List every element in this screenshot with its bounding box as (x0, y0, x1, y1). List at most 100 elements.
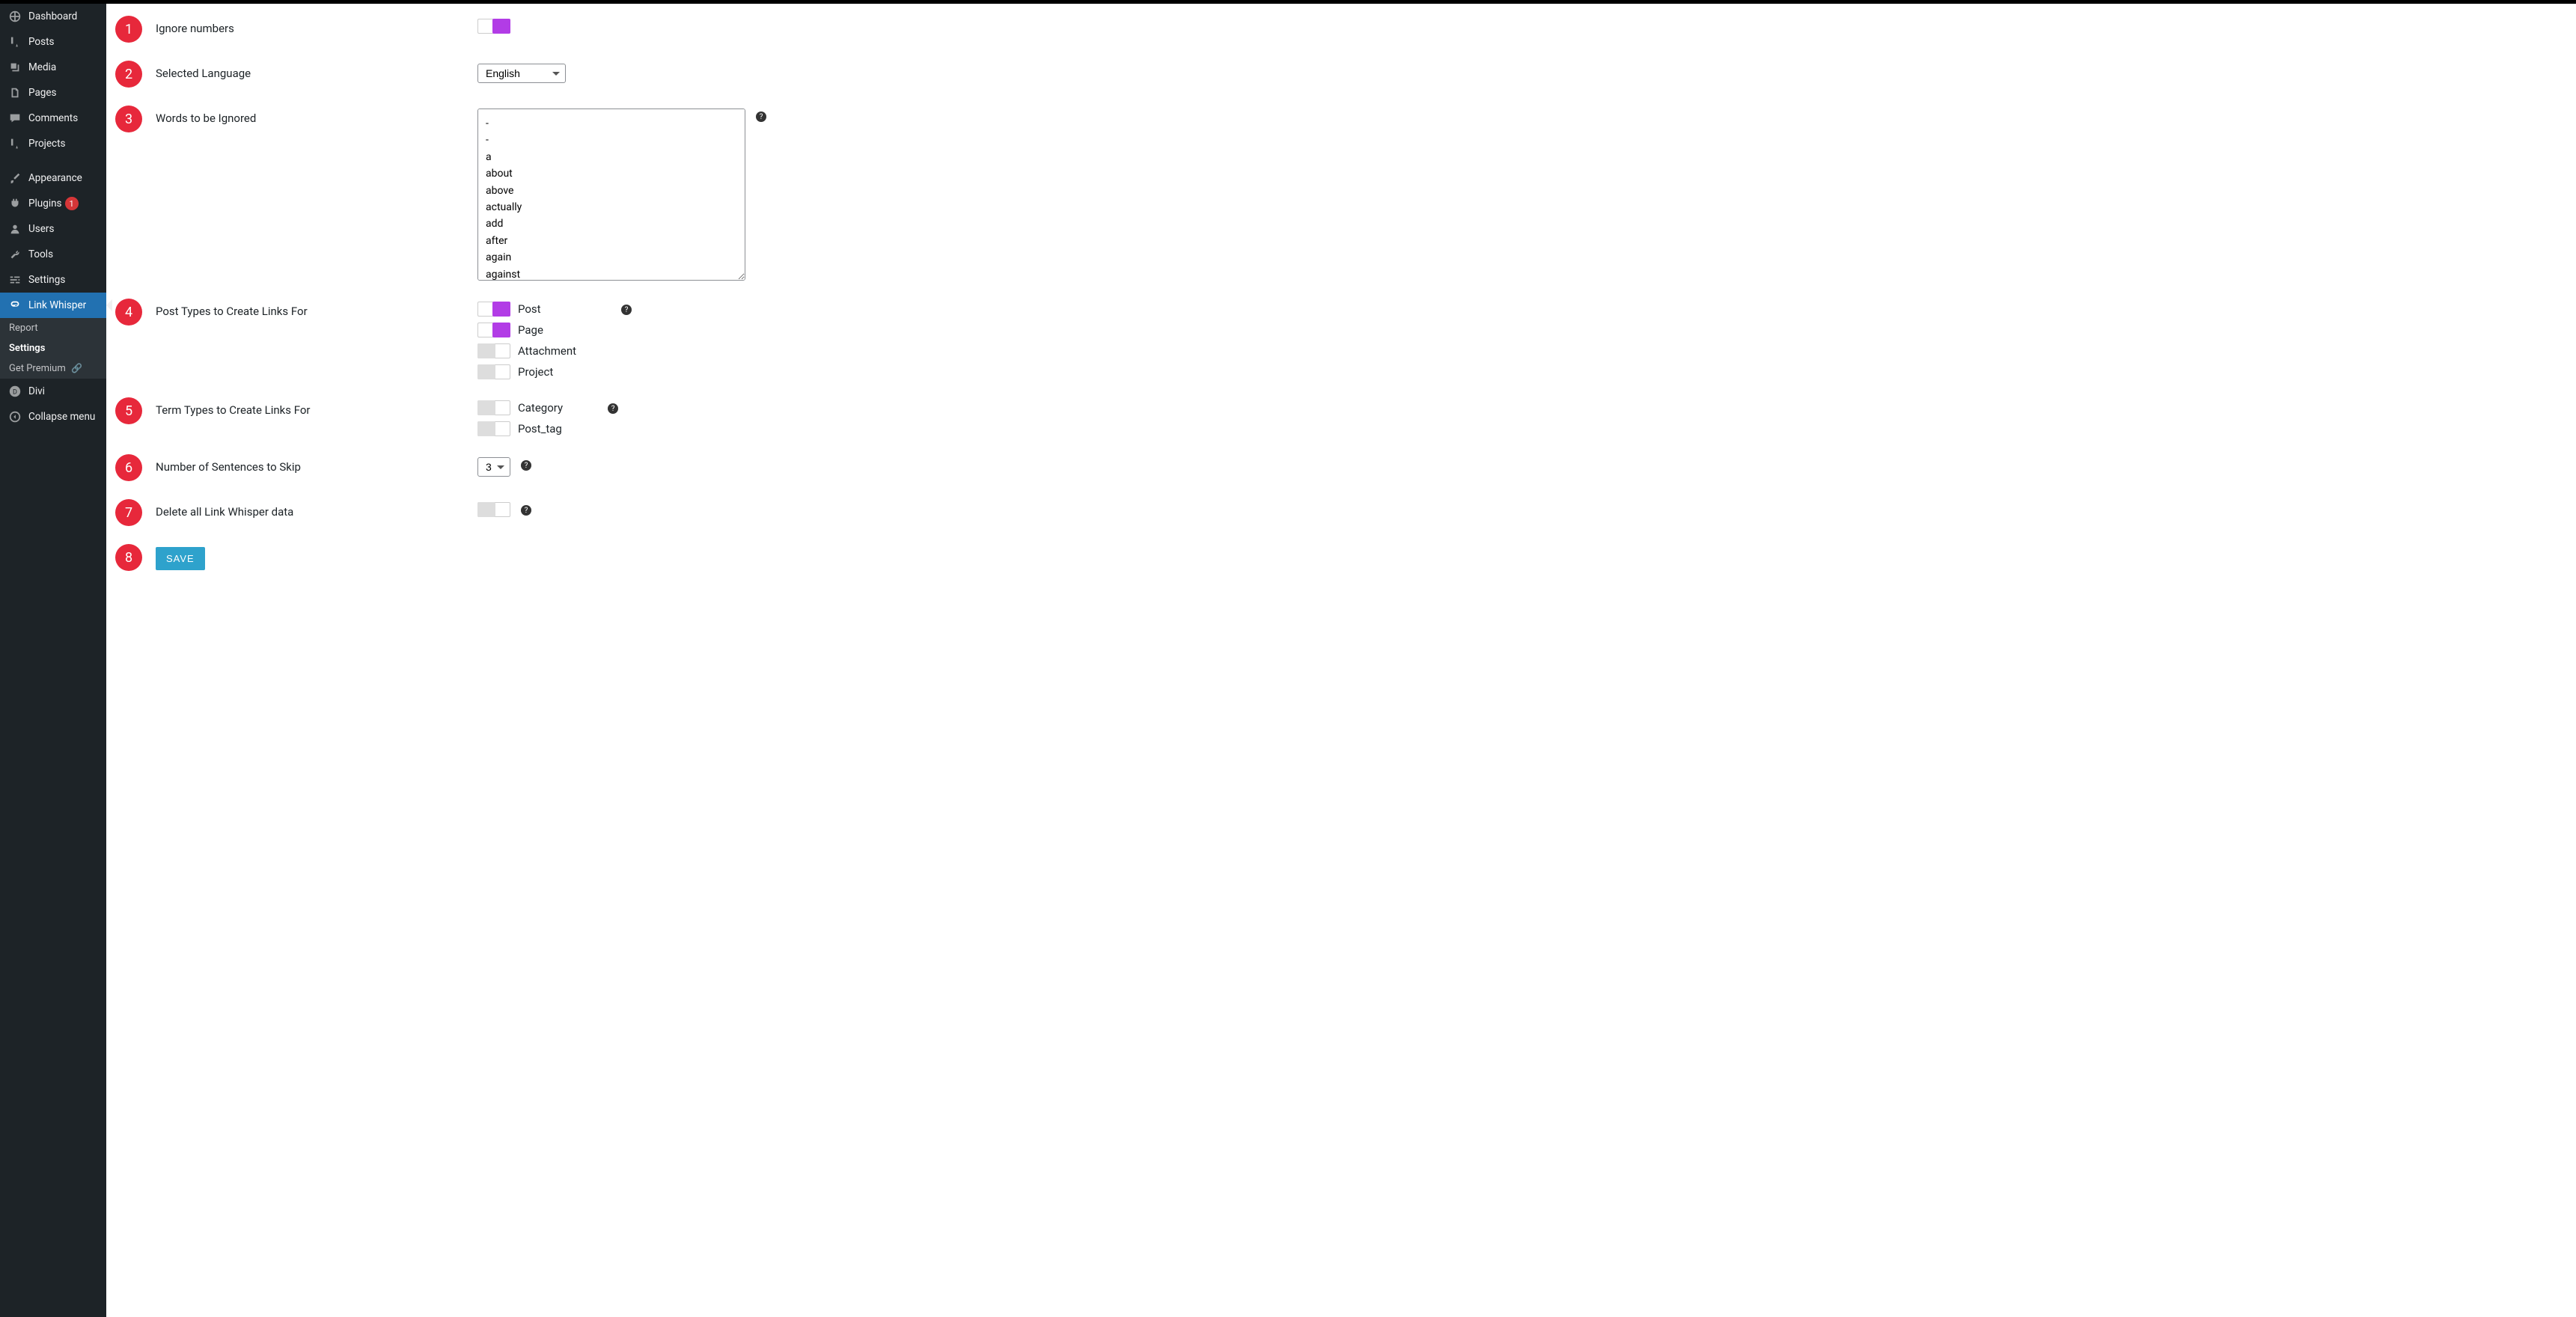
sidebar-item-dashboard[interactable]: Dashboard (0, 4, 106, 29)
post-type-post: Post (477, 302, 576, 317)
row-term-types: 5 Term Types to Create Links For Categor… (115, 400, 2567, 436)
annotation-marker: 1 (115, 16, 142, 43)
sidebar-label: Media (28, 61, 56, 73)
annotation-marker: 5 (115, 397, 142, 424)
sidebar-item-comments[interactable]: Comments (0, 106, 106, 131)
row-language: 2 Selected Language English (115, 64, 2567, 88)
sidebar-item-plugins[interactable]: Plugins 1 (0, 191, 106, 216)
field-label: Number of Sentences to Skip (156, 457, 477, 474)
field-label: Words to be Ignored (156, 109, 477, 125)
post-type-attachment: Attachment (477, 343, 576, 358)
help-icon[interactable]: ? (756, 111, 766, 122)
annotation-marker: 7 (115, 499, 142, 526)
sidebar-label: Comments (28, 112, 78, 124)
sidebar-submenu: Report Settings Get Premium 🔗 (0, 318, 106, 379)
sidebar-label: Pages (28, 87, 57, 99)
annotation-marker: 8 (115, 544, 142, 571)
project-toggle[interactable] (477, 364, 510, 379)
pin-icon (7, 35, 22, 49)
post-type-page: Page (477, 323, 576, 337)
sidebar-item-collapse[interactable]: Collapse menu (0, 404, 106, 430)
update-badge: 1 (65, 197, 79, 210)
sliders-icon (7, 273, 22, 287)
sidebar-label: Link Whisper (28, 299, 86, 311)
toggle-label: Category (518, 401, 563, 415)
sidebar-label: Collapse menu (28, 411, 95, 423)
row-post-types: 4 Post Types to Create Links For Post Pa… (115, 302, 2567, 379)
language-select[interactable]: English (477, 64, 566, 83)
sidebar-item-users[interactable]: Users (0, 216, 106, 242)
field-label: Post Types to Create Links For (156, 302, 477, 318)
toggle-label: Attachment (518, 344, 576, 358)
row-ignored-words: 3 Words to be Ignored - - a about above … (115, 109, 2567, 281)
annotation-marker: 3 (115, 106, 142, 132)
term-types-list: Category Post_tag (477, 400, 563, 436)
sidebar-label: Posts (28, 36, 54, 48)
toggle-label: Project (518, 365, 553, 379)
pages-icon (7, 86, 22, 100)
row-save: 8 SAVE (115, 547, 2567, 571)
sidebar-item-media[interactable]: Media (0, 55, 106, 80)
toggle-label: Post_tag (518, 422, 562, 436)
sidebar-item-posts[interactable]: Posts (0, 29, 106, 55)
sidebar-item-settings[interactable]: Settings (0, 267, 106, 293)
delete-data-toggle[interactable] (477, 502, 510, 517)
ignore-numbers-toggle[interactable] (477, 19, 510, 34)
annotation-marker: 2 (115, 61, 142, 88)
submenu-report[interactable]: Report (0, 318, 106, 338)
divi-icon: D (7, 385, 22, 398)
sidebar-label: Projects (28, 138, 66, 150)
toggle-label: Page (518, 323, 543, 337)
sidebar-item-projects[interactable]: Projects (0, 131, 106, 156)
post-type-project: Project (477, 364, 576, 379)
sidebar-label: Users (28, 223, 54, 235)
settings-page: 1 Ignore numbers 2 Selected Language Eng… (106, 4, 2576, 1317)
sidebar-item-tools[interactable]: Tools (0, 242, 106, 267)
plugin-icon (7, 197, 22, 210)
attachment-toggle[interactable] (477, 343, 510, 358)
row-skip-sentences: 6 Number of Sentences to Skip 3 ? (115, 457, 2567, 481)
page-toggle[interactable] (477, 323, 510, 337)
sidebar-label: Appearance (28, 172, 82, 184)
field-label: Term Types to Create Links For (156, 400, 477, 417)
term-type-category: Category (477, 400, 563, 415)
submenu-settings[interactable]: Settings (0, 338, 106, 358)
comment-icon (7, 111, 22, 125)
help-icon[interactable]: ? (521, 460, 531, 471)
sidebar-label: Plugins (28, 198, 62, 210)
sidebar-label: Settings (28, 274, 65, 286)
field-label: Selected Language (156, 64, 477, 80)
post-types-list: Post Page Attachment Project (477, 302, 576, 379)
annotation-marker: 6 (115, 454, 142, 481)
sidebar-item-appearance[interactable]: Appearance (0, 165, 106, 191)
link-icon (7, 299, 22, 312)
category-toggle[interactable] (477, 400, 510, 415)
field-label: Delete all Link Whisper data (156, 502, 477, 519)
svg-text:D: D (13, 389, 17, 397)
dashboard-icon (7, 10, 22, 23)
sidebar-item-pages[interactable]: Pages (0, 80, 106, 106)
pin-icon (7, 137, 22, 150)
user-icon (7, 222, 22, 236)
submenu-get-premium[interactable]: Get Premium 🔗 (0, 358, 106, 379)
toggle-label: Post (518, 302, 541, 316)
row-delete-data: 7 Delete all Link Whisper data ? (115, 502, 2567, 526)
sidebar-label: Tools (28, 248, 53, 260)
sidebar-item-divi[interactable]: D Divi (0, 379, 106, 404)
media-icon (7, 61, 22, 74)
sidebar-label: Divi (28, 385, 45, 397)
post-tag-toggle[interactable] (477, 421, 510, 436)
sidebar-item-link-whisper[interactable]: Link Whisper (0, 293, 106, 318)
save-button[interactable]: SAVE (156, 547, 205, 570)
ignored-words-textarea[interactable]: - - a about above actually add after aga… (477, 109, 745, 281)
term-type-post-tag: Post_tag (477, 421, 563, 436)
help-icon[interactable]: ? (621, 305, 632, 315)
skip-sentences-select[interactable]: 3 (477, 457, 510, 477)
row-ignore-numbers: 1 Ignore numbers (115, 19, 2567, 43)
help-icon[interactable]: ? (608, 403, 618, 414)
link-icon: 🔗 (71, 363, 82, 373)
help-icon[interactable]: ? (521, 505, 531, 516)
post-toggle[interactable] (477, 302, 510, 317)
field-label: Ignore numbers (156, 19, 477, 35)
wrench-icon (7, 248, 22, 261)
